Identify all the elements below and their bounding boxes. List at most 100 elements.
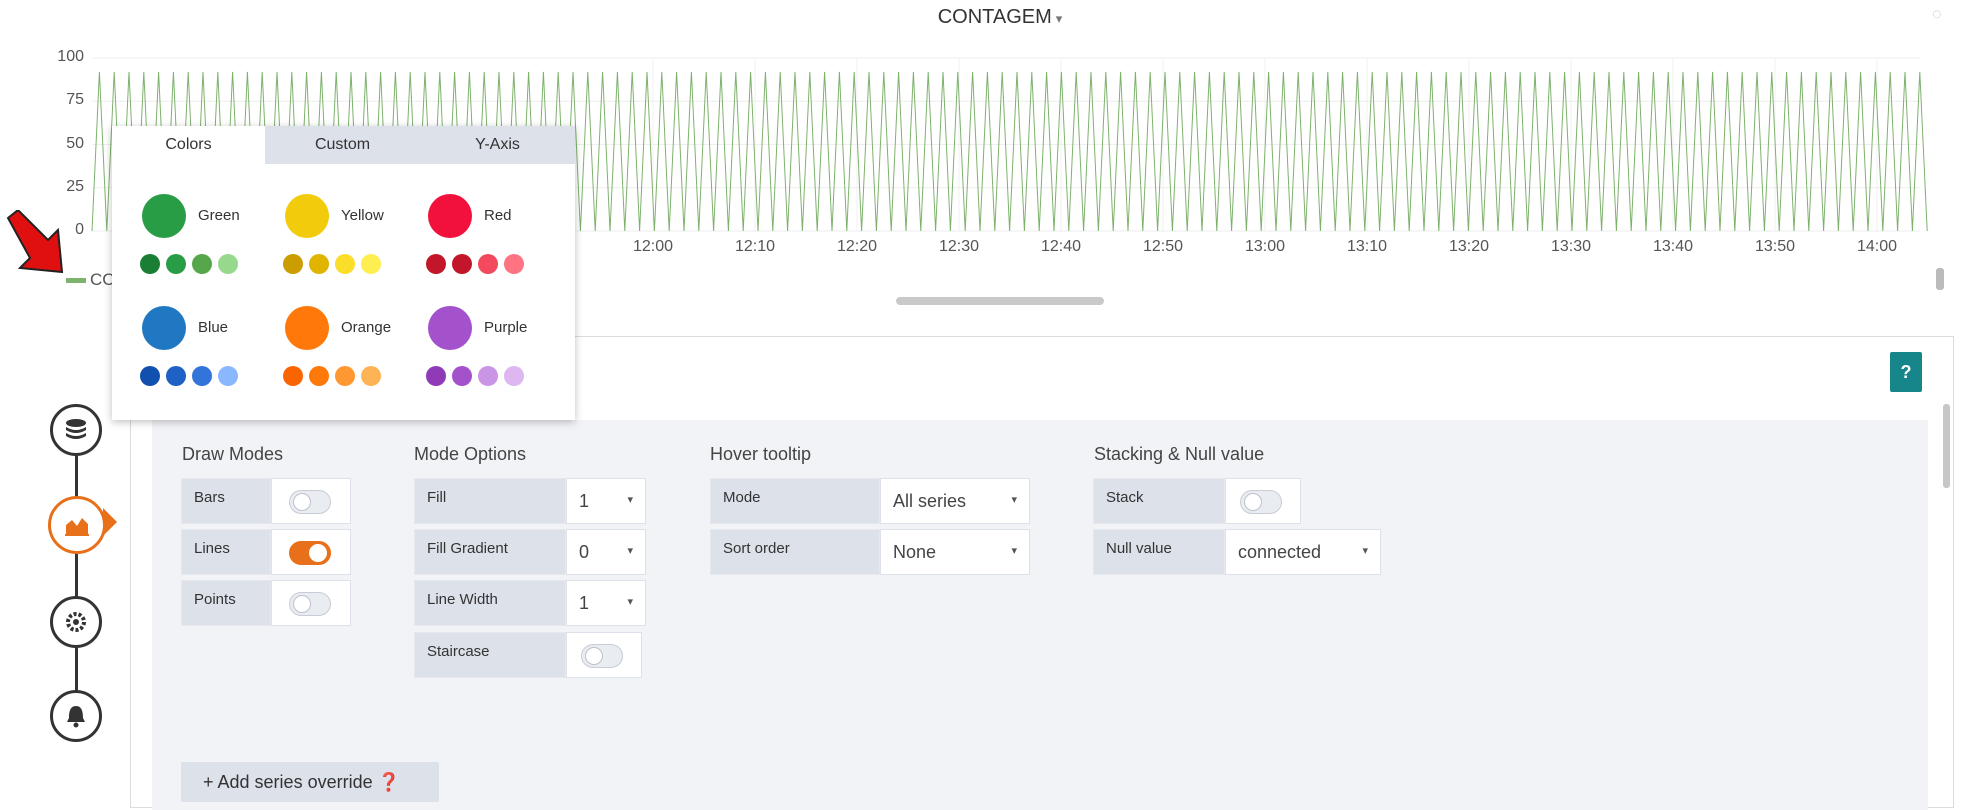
sort-order-label: Sort order bbox=[710, 529, 880, 575]
line-width-select[interactable]: 1 ▾ bbox=[566, 580, 646, 626]
bell-icon[interactable] bbox=[50, 690, 102, 742]
chevron-down-icon: ▾ bbox=[1011, 545, 1017, 557]
points-toggle[interactable] bbox=[289, 592, 331, 616]
sort-order-value: None bbox=[893, 542, 937, 562]
chevron-down-icon: ▾ bbox=[627, 494, 633, 506]
tab-custom[interactable]: Custom bbox=[265, 126, 420, 164]
tab-y-axis[interactable]: Y-Axis bbox=[420, 126, 575, 164]
tooltip-mode-value: All series bbox=[893, 491, 967, 511]
fill-gradient-label: Fill Gradient bbox=[414, 529, 566, 575]
y-tick-label: 75 bbox=[66, 91, 84, 109]
draw-modes-title: Draw Modes bbox=[182, 444, 284, 464]
tab-colors[interactable]: Colors bbox=[112, 126, 265, 164]
color-shade-swatch[interactable] bbox=[361, 366, 381, 386]
color-shade-swatch[interactable] bbox=[283, 254, 303, 274]
stack-toggle[interactable] bbox=[1240, 490, 1282, 514]
add-series-override-button[interactable]: + Add series override ❓ bbox=[181, 762, 439, 802]
mode-options-title: Mode Options bbox=[414, 444, 527, 464]
color-swatch-purple[interactable] bbox=[428, 306, 472, 350]
x-tick-label: 12:00 bbox=[632, 238, 674, 255]
lines-label: Lines bbox=[181, 529, 271, 575]
fill-gradient-select[interactable]: 0 ▾ bbox=[566, 529, 646, 575]
fill-label: Fill bbox=[414, 478, 566, 524]
null-value-value: connected bbox=[1238, 542, 1322, 562]
series-color-popover: Colors Custom Y-Axis Green Yellow Red Blue O… bbox=[112, 126, 575, 420]
fill-select[interactable]: 1 ▾ bbox=[566, 478, 646, 524]
color-shade-swatch[interactable] bbox=[140, 366, 160, 386]
color-shade-swatch[interactable] bbox=[361, 254, 381, 274]
color-shade-swatch[interactable] bbox=[192, 366, 212, 386]
chevron-down-icon: ▾ bbox=[1011, 494, 1017, 506]
color-name: Yellow bbox=[341, 207, 384, 224]
color-shade-swatch[interactable] bbox=[478, 254, 498, 274]
color-name: Green bbox=[198, 207, 240, 224]
chevron-down-icon: ▾ bbox=[627, 596, 633, 608]
chevron-down-icon: ▾ bbox=[627, 545, 633, 557]
x-tick-label: 13:10 bbox=[1346, 238, 1388, 255]
x-tick-label: 13:50 bbox=[1754, 238, 1796, 255]
lines-toggle[interactable] bbox=[289, 541, 331, 565]
chart-area-icon[interactable] bbox=[48, 496, 106, 554]
chart-scrollbar[interactable] bbox=[896, 297, 1104, 305]
x-tick-label: 12:20 bbox=[836, 238, 878, 255]
tooltip-mode-select[interactable]: All series ▾ bbox=[880, 478, 1030, 524]
database-icon[interactable] bbox=[50, 404, 102, 456]
color-shade-swatch[interactable] bbox=[166, 254, 186, 274]
points-label: Points bbox=[181, 580, 271, 626]
stacking-title: Stacking & Null value bbox=[1094, 444, 1265, 464]
x-tick-label: 14:00 bbox=[1856, 238, 1898, 255]
editor-scrollbar[interactable] bbox=[1943, 404, 1950, 488]
sort-order-select[interactable]: None ▾ bbox=[880, 529, 1030, 575]
color-shade-swatch[interactable] bbox=[309, 366, 329, 386]
x-tick-label: 13:40 bbox=[1652, 238, 1694, 255]
color-shade-swatch[interactable] bbox=[426, 254, 446, 274]
bars-toggle[interactable] bbox=[289, 490, 331, 514]
color-shade-swatch[interactable] bbox=[192, 254, 212, 274]
y-tick-label: 25 bbox=[66, 177, 84, 195]
color-shade-swatch[interactable] bbox=[166, 366, 186, 386]
color-shade-swatch[interactable] bbox=[452, 254, 472, 274]
color-shade-swatch[interactable] bbox=[452, 366, 472, 386]
color-shade-swatch[interactable] bbox=[426, 366, 446, 386]
color-name: Blue bbox=[198, 319, 229, 336]
tooltip-mode-label: Mode bbox=[710, 478, 880, 524]
color-shade-swatch[interactable] bbox=[478, 366, 498, 386]
color-shade-swatch[interactable] bbox=[283, 366, 303, 386]
y-tick-label: 50 bbox=[66, 134, 84, 152]
staircase-toggle[interactable] bbox=[581, 644, 623, 668]
line-width-label: Line Width bbox=[414, 580, 566, 626]
page-scrollbar-thumb[interactable] bbox=[1936, 268, 1944, 290]
color-name: Purple bbox=[484, 319, 528, 336]
y-tick-label: 100 bbox=[57, 48, 84, 65]
stack-label: Stack bbox=[1093, 478, 1225, 524]
active-nav-pointer bbox=[103, 508, 117, 536]
color-shade-swatch[interactable] bbox=[335, 254, 355, 274]
color-shade-swatch[interactable] bbox=[218, 366, 238, 386]
color-shade-swatch[interactable] bbox=[335, 366, 355, 386]
color-swatch-green[interactable] bbox=[142, 194, 186, 238]
color-swatch-blue[interactable] bbox=[142, 306, 186, 350]
x-tick-label: 13:20 bbox=[1448, 238, 1490, 255]
color-swatch-orange[interactable] bbox=[285, 306, 329, 350]
legend-series-label[interactable]: CC bbox=[90, 270, 115, 290]
null-value-select[interactable]: connected ▾ bbox=[1225, 529, 1381, 575]
x-tick-label: 12:50 bbox=[1142, 238, 1184, 255]
bars-label: Bars bbox=[181, 478, 271, 524]
color-shade-swatch[interactable] bbox=[218, 254, 238, 274]
fill-gradient-value: 0 bbox=[579, 542, 590, 562]
color-swatch-red[interactable] bbox=[428, 194, 472, 238]
x-tick-label: 12:10 bbox=[734, 238, 776, 255]
color-shade-swatch[interactable] bbox=[309, 254, 329, 274]
hover-tooltip-title: Hover tooltip bbox=[710, 444, 812, 464]
color-name: Red bbox=[484, 207, 512, 224]
color-shade-swatch[interactable] bbox=[504, 254, 524, 274]
color-swatch-yellow[interactable] bbox=[285, 194, 329, 238]
help-button[interactable]: ? bbox=[1890, 352, 1922, 392]
staircase-label: Staircase bbox=[414, 632, 566, 678]
color-shade-swatch[interactable] bbox=[140, 254, 160, 274]
x-tick-label: 13:30 bbox=[1550, 238, 1592, 255]
gear-icon[interactable] bbox=[50, 596, 102, 648]
x-tick-label: 12:40 bbox=[1040, 238, 1082, 255]
red-arrow-icon bbox=[6, 210, 64, 274]
color-shade-swatch[interactable] bbox=[504, 366, 524, 386]
